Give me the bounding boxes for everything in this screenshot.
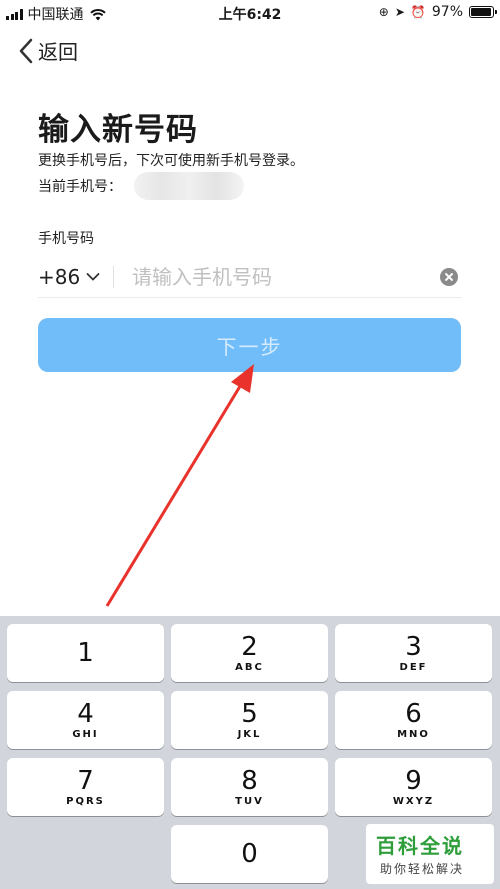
battery-icon [469, 6, 497, 18]
key-letters: JKL [237, 729, 262, 740]
key-0[interactable]: 0 [171, 825, 328, 883]
key-letters: DEF [399, 662, 428, 673]
key-number: 1 [77, 638, 94, 668]
location-icon: ➤ [394, 5, 405, 19]
key-letters: ABC [235, 662, 264, 673]
phone-field-label: 手机号码 [38, 231, 94, 247]
key-number: 7 [77, 766, 94, 796]
next-button[interactable]: 下一步 [38, 318, 461, 372]
key-number: 3 [405, 632, 422, 662]
field-divider [113, 265, 114, 288]
key-number: 6 [405, 699, 422, 729]
battery-percent: 97% [431, 4, 463, 20]
country-code: +86 [38, 264, 81, 289]
key-number: 5 [241, 699, 258, 729]
back-button[interactable]: 返回 [18, 36, 78, 65]
phone-row: +86 [38, 256, 462, 298]
key-6[interactable]: 6 MNO [335, 691, 492, 749]
current-phone-blurred [134, 172, 244, 200]
key-9[interactable]: 9 WXYZ [335, 758, 492, 816]
current-phone-label: 当前手机号： [38, 179, 122, 195]
key-number: 9 [405, 766, 422, 796]
phone-input[interactable] [132, 264, 440, 289]
clear-icon[interactable] [440, 267, 458, 286]
page-description: 更换手机号后，下次可使用新手机号登录。 [38, 153, 304, 169]
key-2[interactable]: 2 ABC [171, 624, 328, 682]
status-right: ⊕ ➤ ⏰ 97% [378, 4, 497, 20]
key-1[interactable]: 1 [7, 624, 164, 682]
chevron-left-icon [19, 38, 33, 63]
key-number: 4 [77, 699, 94, 729]
key-letters: TUV [235, 796, 264, 807]
country-code-selector[interactable]: +86 [38, 265, 113, 289]
key-number: 0 [241, 839, 258, 869]
back-label: 返回 [38, 40, 78, 64]
key-number: 2 [241, 632, 258, 662]
current-phone: 当前手机号： [38, 172, 244, 200]
key-8[interactable]: 8 TUV [171, 758, 328, 816]
alarm-icon: ⏰ [410, 5, 426, 19]
key-letters: MNO [397, 729, 430, 740]
key-letters: PQRS [66, 796, 105, 807]
chevron-down-icon [86, 272, 100, 281]
key-4[interactable]: 4 GHI [7, 691, 164, 749]
status-bar: 中国联通 上午6:42 ⊕ ➤ ⏰ 97% [0, 0, 500, 26]
watermark-title: 百科全说 [376, 834, 464, 858]
key-5[interactable]: 5 JKL [171, 691, 328, 749]
key-3[interactable]: 3 DEF [335, 624, 492, 682]
orientation-lock-icon: ⊕ [378, 5, 389, 19]
key-7[interactable]: 7 PQRS [7, 758, 164, 816]
page-title: 输入新号码 [38, 112, 198, 148]
watermark-subtitle: 助你轻松解决 [380, 862, 465, 876]
key-number: 8 [241, 766, 258, 796]
watermark-logo: 百科全说 助你轻松解决 [366, 824, 494, 884]
key-letters: WXYZ [392, 796, 435, 807]
key-letters: GHI [72, 729, 99, 740]
